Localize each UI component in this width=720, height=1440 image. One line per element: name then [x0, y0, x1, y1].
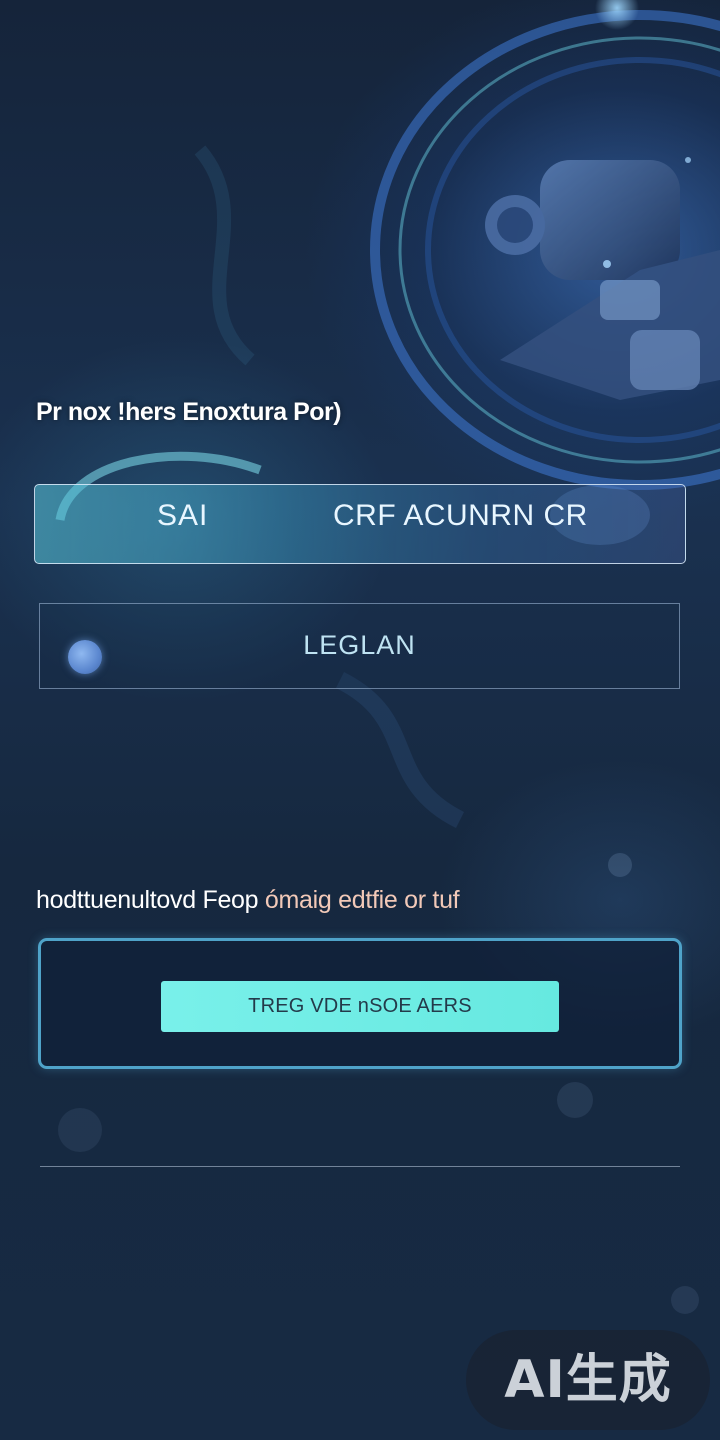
- primary-option-card[interactable]: SAI CRF ACUNRN CR: [34, 484, 686, 564]
- divider: [40, 1166, 680, 1167]
- primary-card-left-label: SAI: [157, 499, 209, 532]
- background-art: [55, 0, 720, 1314]
- section-subheading: hodttuenultovd Feop ómaig edtfie or tuf: [36, 886, 686, 915]
- primary-card-right-label: CRF ACUNRN CR: [333, 499, 588, 532]
- subheading-accent-text: ómaig edtfie or tuf: [264, 886, 460, 914]
- cta-panel: TREG VDE nSOE AERS: [38, 938, 682, 1069]
- subheading-text: hodttuenultovd Feop: [36, 886, 259, 914]
- secondary-card-label: LEGLAN: [303, 630, 416, 660]
- primary-action-button[interactable]: TREG VDE nSOE AERS: [161, 981, 559, 1032]
- ai-generated-watermark: AI生成: [466, 1330, 710, 1430]
- secondary-option-card[interactable]: LEGLAN: [39, 603, 680, 689]
- page-headline: Pr nox !hers Enoxtura Por): [36, 398, 342, 426]
